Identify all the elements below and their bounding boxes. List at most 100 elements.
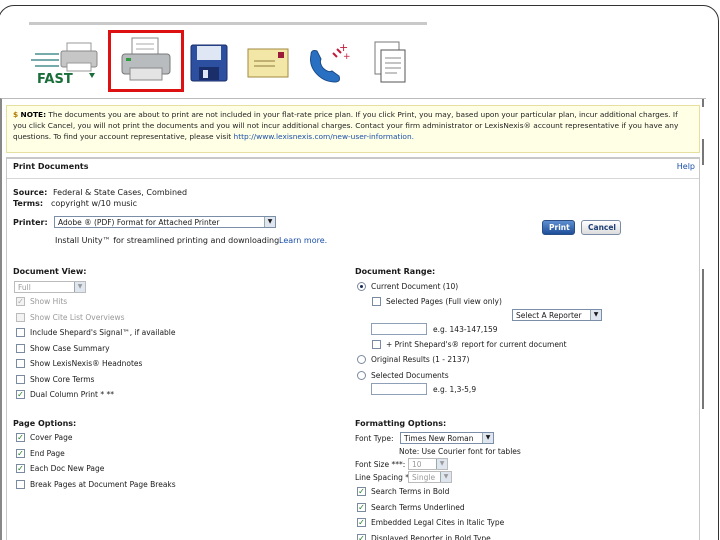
reporter-select[interactable]: Select A Reporter ▼ xyxy=(512,309,602,321)
selected-pages-label: Selected Pages (Full view only) xyxy=(386,297,502,306)
font-note: Note: Use Courier font for tables xyxy=(399,447,521,456)
print-button[interactable] xyxy=(108,30,184,92)
printer-icon xyxy=(121,37,171,81)
svg-text:+: + xyxy=(343,52,351,62)
page-range-input[interactable] xyxy=(371,323,427,335)
font-type-select[interactable]: Times New Roman ▼ xyxy=(400,432,494,444)
option-checkbox[interactable]: ✓ xyxy=(16,390,25,399)
font-size-value: 10 xyxy=(412,460,422,469)
option-label: Cover Page xyxy=(30,433,73,442)
option-label: Embedded Legal Cites in Italic Type xyxy=(371,518,505,527)
option-label: Show Case Summary xyxy=(30,343,110,353)
shepards-report-label: + Print Shepard's® report for current do… xyxy=(386,340,567,349)
envelope-icon xyxy=(247,48,289,78)
terms-label: Terms: xyxy=(13,199,44,208)
chevron-down-icon: ▼ xyxy=(482,433,493,443)
fast-print-button[interactable]: FAST xyxy=(29,34,109,92)
document-view-title: Document View: xyxy=(13,267,87,276)
reporter-select-value: Select A Reporter xyxy=(516,311,582,320)
option-checkbox[interactable]: ✓ xyxy=(357,518,366,527)
font-size-select[interactable]: 10 ▼ xyxy=(408,458,448,470)
line-spacing-value: Single xyxy=(412,473,436,482)
option-label: End Page xyxy=(30,448,65,458)
original-results-label: Original Results (1 - 2137) xyxy=(371,355,470,364)
chevron-down-icon: ▼ xyxy=(74,282,85,292)
option-checkbox[interactable]: ✓ xyxy=(16,464,25,473)
fast-label: FAST xyxy=(37,72,73,87)
notice-icon: $ xyxy=(13,110,19,119)
option-label: Each Doc New Page xyxy=(30,464,105,473)
cancel-button[interactable]: Cancel xyxy=(581,220,621,235)
font-size-label: Font Size ***: xyxy=(355,460,406,469)
option-label: Search Terms Underlined xyxy=(371,502,465,512)
selected-pages-checkbox[interactable] xyxy=(372,297,381,306)
option-label: Include Shepard's Signal™, if available xyxy=(30,328,176,337)
option-checkbox[interactable] xyxy=(16,312,25,322)
new-user-information-link[interactable]: http://www.lexisnexis.com/new-user-infor… xyxy=(234,132,414,141)
option-checkbox[interactable] xyxy=(16,374,25,384)
option-label: Show Core Terms xyxy=(30,374,95,384)
learn-more-link[interactable]: Learn more. xyxy=(279,236,327,245)
option-checkbox[interactable] xyxy=(16,328,25,337)
option-label: Show Cite List Overviews xyxy=(30,312,125,322)
print-dialog-content: $ NOTE: The documents you are about to p… xyxy=(0,98,706,540)
printer-select[interactable]: Adobe ® (PDF) Format for Attached Printe… xyxy=(54,216,276,228)
selected-documents-radio[interactable] xyxy=(357,371,366,380)
print-submit-button[interactable]: Print xyxy=(542,220,575,235)
chevron-down-icon: ▼ xyxy=(590,310,601,320)
scrollbar-marker[interactable] xyxy=(702,139,704,165)
floppy-disk-icon xyxy=(190,44,228,82)
printer-select-value: Adobe ® (PDF) Format for Attached Printe… xyxy=(58,218,220,227)
chevron-down-icon: ▼ xyxy=(440,472,451,482)
notice-label: NOTE: xyxy=(20,110,47,119)
fax-button[interactable]: + + xyxy=(297,34,359,92)
panel-title: Print Documents xyxy=(13,162,89,171)
document-range-title: Document Range: xyxy=(355,267,436,276)
chevron-down-icon: ▼ xyxy=(436,459,447,469)
option-label: Displayed Reporter in Bold Type xyxy=(371,533,491,540)
option-label: Show LexisNexis® Headnotes xyxy=(30,359,143,368)
selected-documents-input[interactable] xyxy=(371,383,427,395)
current-document-radio[interactable] xyxy=(357,282,366,291)
selected-documents-label: Selected Documents xyxy=(371,371,449,380)
option-checkbox[interactable] xyxy=(16,479,25,489)
terms-value: copyright w/10 music xyxy=(51,199,138,208)
formatting-options-title: Formatting Options: xyxy=(355,419,447,428)
option-checkbox[interactable]: ✓ xyxy=(16,297,25,306)
option-checkbox[interactable] xyxy=(16,343,25,353)
option-checkbox[interactable]: ✓ xyxy=(357,533,366,540)
source-value: Federal & State Cases, Combined xyxy=(53,188,188,197)
current-document-label: Current Document (10) xyxy=(371,282,459,291)
original-results-radio[interactable] xyxy=(357,355,366,364)
line-spacing-select[interactable]: Single ▼ xyxy=(408,471,452,483)
email-button[interactable] xyxy=(239,34,297,92)
font-type-value: Times New Roman xyxy=(404,434,474,443)
page-range-example: e.g. 143-147,159 xyxy=(433,325,498,334)
print-documents-panel: Print Documents Help Source: Federal & S… xyxy=(6,157,700,540)
help-link[interactable]: Help xyxy=(677,162,695,171)
option-label: Dual Column Print * ** xyxy=(30,390,114,399)
option-checkbox[interactable] xyxy=(16,359,25,368)
scrollbar-top[interactable] xyxy=(702,99,704,107)
option-checkbox[interactable]: ✓ xyxy=(16,433,25,442)
document-view-select[interactable]: Full ▼ xyxy=(14,281,86,293)
option-checkbox[interactable]: ✓ xyxy=(357,502,366,512)
font-type-label: Font Type: xyxy=(355,434,394,443)
document-button[interactable] xyxy=(361,34,421,92)
option-label: Break Pages at Document Page Breaks xyxy=(30,479,176,489)
scrollbar-thumb[interactable] xyxy=(702,269,704,409)
printer-label: Printer: xyxy=(13,218,48,227)
document-icon xyxy=(374,41,406,83)
option-label: Search Terms in Bold xyxy=(371,487,450,496)
toolbar-divider xyxy=(29,22,427,25)
source-label: Source: xyxy=(13,188,48,197)
chevron-down-icon: ▼ xyxy=(264,217,275,227)
panel-header: Print Documents Help xyxy=(7,159,699,179)
fast-print-icon: FAST xyxy=(31,42,98,87)
shepards-report-checkbox[interactable] xyxy=(372,340,381,349)
save-button[interactable] xyxy=(181,34,237,92)
option-checkbox[interactable]: ✓ xyxy=(16,448,25,458)
option-checkbox[interactable]: ✓ xyxy=(357,487,366,496)
selected-documents-example: e.g. 1,3-5,9 xyxy=(433,385,477,394)
page-options-title: Page Options: xyxy=(13,419,77,428)
